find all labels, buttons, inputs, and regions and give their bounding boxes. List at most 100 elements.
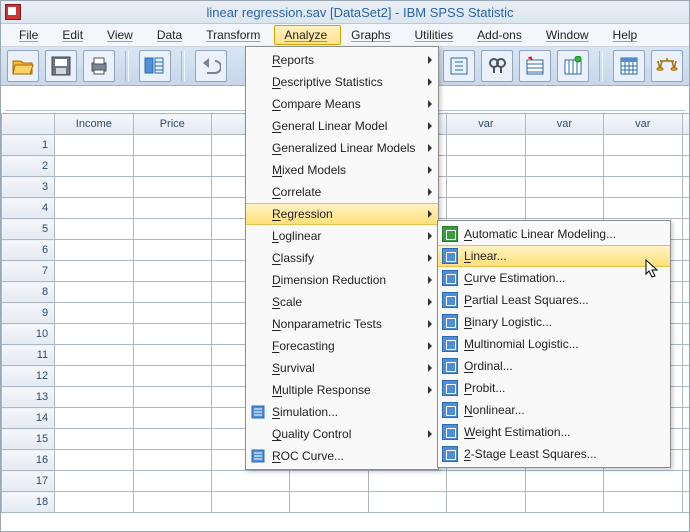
analyze-menu-item[interactable]: Dimension Reduction <box>246 269 438 291</box>
data-cell[interactable] <box>55 240 133 261</box>
row-header[interactable]: 12 <box>2 366 55 387</box>
data-cell[interactable] <box>133 324 211 345</box>
undo-icon[interactable] <box>195 50 227 82</box>
data-cell[interactable] <box>447 177 525 198</box>
analyze-menu-item[interactable]: General Linear Model <box>246 115 438 137</box>
analyze-menu-item[interactable]: Regression <box>246 203 438 225</box>
data-cell[interactable] <box>55 198 133 219</box>
data-cell[interactable] <box>525 198 603 219</box>
data-cell[interactable] <box>525 177 603 198</box>
regression-submenu-item[interactable]: Automatic Linear Modeling... <box>438 223 670 245</box>
analyze-menu-item[interactable]: Compare Means <box>246 93 438 115</box>
regression-submenu-item[interactable]: Multinomial Logistic... <box>438 333 670 355</box>
data-cell[interactable] <box>682 450 689 471</box>
data-cell[interactable] <box>133 240 211 261</box>
data-cell[interactable] <box>604 471 682 492</box>
analyze-menu-item[interactable]: Classify <box>246 247 438 269</box>
data-cell[interactable] <box>290 471 368 492</box>
column-header[interactable]: var <box>525 114 603 135</box>
menu-window[interactable]: Window <box>536 25 603 45</box>
data-cell[interactable] <box>604 156 682 177</box>
column-header[interactable] <box>682 114 689 135</box>
row-header[interactable]: 13 <box>2 387 55 408</box>
data-cell[interactable] <box>604 198 682 219</box>
data-cell[interactable] <box>55 135 133 156</box>
data-cell[interactable] <box>682 471 689 492</box>
data-cell[interactable] <box>133 156 211 177</box>
menu-view[interactable]: View <box>97 25 147 45</box>
data-cell[interactable] <box>682 429 689 450</box>
row-header[interactable]: 18 <box>2 492 55 513</box>
data-cell[interactable] <box>290 492 368 513</box>
row-header[interactable]: 1 <box>2 135 55 156</box>
data-cell[interactable] <box>55 156 133 177</box>
data-cell[interactable] <box>525 156 603 177</box>
insert-cases-icon[interactable] <box>519 50 551 82</box>
data-cell[interactable] <box>682 492 689 513</box>
row-header[interactable]: 10 <box>2 324 55 345</box>
find-icon[interactable] <box>481 50 513 82</box>
data-cell[interactable] <box>133 471 211 492</box>
data-cell[interactable] <box>133 450 211 471</box>
data-cell[interactable] <box>682 345 689 366</box>
data-cell[interactable] <box>604 492 682 513</box>
analyze-menu-item[interactable]: Scale <box>246 291 438 313</box>
data-cell[interactable] <box>55 303 133 324</box>
menu-edit[interactable]: Edit <box>52 25 97 45</box>
data-cell[interactable] <box>133 282 211 303</box>
data-cell[interactable] <box>133 492 211 513</box>
row-header[interactable]: 17 <box>2 471 55 492</box>
data-cell[interactable] <box>682 387 689 408</box>
data-cell[interactable] <box>133 198 211 219</box>
data-cell[interactable] <box>55 219 133 240</box>
row-header[interactable]: 7 <box>2 261 55 282</box>
recall-dialog-icon[interactable] <box>139 50 171 82</box>
menu-transform[interactable]: Transform <box>196 25 274 45</box>
row-header[interactable]: 8 <box>2 282 55 303</box>
data-cell[interactable] <box>133 219 211 240</box>
analyze-menu-item[interactable]: Reports <box>246 49 438 71</box>
data-cell[interactable] <box>55 177 133 198</box>
data-cell[interactable] <box>525 492 603 513</box>
data-cell[interactable] <box>447 471 525 492</box>
data-cell[interactable] <box>55 261 133 282</box>
data-cell[interactable] <box>682 366 689 387</box>
regression-submenu-item[interactable]: Partial Least Squares... <box>438 289 670 311</box>
data-cell[interactable] <box>682 408 689 429</box>
data-cell[interactable] <box>55 450 133 471</box>
analyze-menu-item[interactable]: Multiple Response <box>246 379 438 401</box>
analyze-menu-item[interactable]: ROC Curve... <box>246 445 438 467</box>
data-cell[interactable] <box>133 366 211 387</box>
column-header[interactable]: Price <box>133 114 211 135</box>
regression-submenu-item[interactable]: Nonlinear... <box>438 399 670 421</box>
regression-submenu-item[interactable]: Binary Logistic... <box>438 311 670 333</box>
data-cell[interactable] <box>682 156 689 177</box>
data-cell[interactable] <box>368 471 446 492</box>
row-header[interactable]: 11 <box>2 345 55 366</box>
data-cell[interactable] <box>682 198 689 219</box>
menu-help[interactable]: Help <box>603 25 652 45</box>
data-cell[interactable] <box>55 429 133 450</box>
data-cell[interactable] <box>447 492 525 513</box>
analyze-menu-item[interactable]: Generalized Linear Models <box>246 137 438 159</box>
data-cell[interactable] <box>682 177 689 198</box>
menu-graphs[interactable]: Graphs <box>341 25 404 45</box>
menu-utilities[interactable]: Utilities <box>404 25 467 45</box>
analyze-menu-item[interactable]: Mixed Models <box>246 159 438 181</box>
row-header[interactable]: 5 <box>2 219 55 240</box>
data-cell[interactable] <box>682 240 689 261</box>
data-cell[interactable] <box>525 471 603 492</box>
data-cell[interactable] <box>133 345 211 366</box>
print-icon[interactable] <box>83 50 115 82</box>
row-header[interactable]: 2 <box>2 156 55 177</box>
regression-submenu[interactable]: Automatic Linear Modeling...Linear...Cur… <box>437 220 671 468</box>
data-cell[interactable] <box>133 387 211 408</box>
data-cell[interactable] <box>682 135 689 156</box>
analyze-menu-item[interactable]: Simulation... <box>246 401 438 423</box>
analyze-menu-item[interactable]: Forecasting <box>246 335 438 357</box>
column-header[interactable]: var <box>447 114 525 135</box>
data-cell[interactable] <box>55 324 133 345</box>
data-cell[interactable] <box>55 387 133 408</box>
row-header[interactable]: 4 <box>2 198 55 219</box>
open-icon[interactable] <box>7 50 39 82</box>
